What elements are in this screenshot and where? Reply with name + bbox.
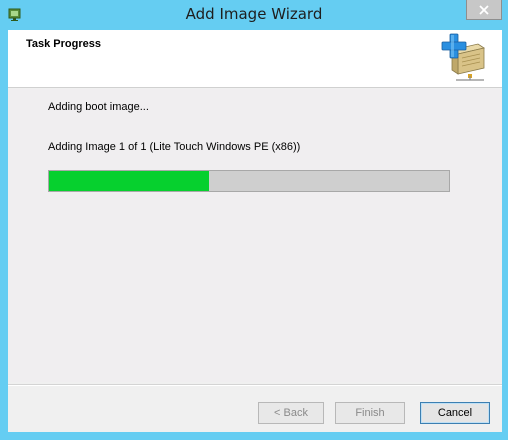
progress-bar-fill xyxy=(49,171,209,191)
close-button[interactable] xyxy=(466,0,502,20)
wizard-content: Adding boot image... Adding Image 1 of 1… xyxy=(8,89,502,382)
progress-detail-text: Adding Image 1 of 1 (Lite Touch Windows … xyxy=(48,141,301,153)
footer-divider-highlight xyxy=(8,385,502,386)
window-title: Add Image Wizard xyxy=(185,5,323,23)
cancel-button[interactable]: Cancel xyxy=(420,402,490,424)
finish-button[interactable]: Finish xyxy=(335,402,405,424)
progress-bar xyxy=(48,170,450,192)
status-text: Adding boot image... xyxy=(48,101,149,113)
wizard-window: Add Image Wizard Task Progress Adding bo… xyxy=(0,0,508,440)
title-bar[interactable]: Add Image Wizard xyxy=(0,0,508,30)
close-icon xyxy=(479,4,489,15)
wizard-header: Task Progress xyxy=(8,30,502,88)
back-button[interactable]: < Back xyxy=(258,402,324,424)
add-image-wizard-icon xyxy=(440,32,492,84)
page-title: Task Progress xyxy=(26,38,102,50)
wizard-client-area: Task Progress Adding boot image... Addin… xyxy=(8,30,502,432)
